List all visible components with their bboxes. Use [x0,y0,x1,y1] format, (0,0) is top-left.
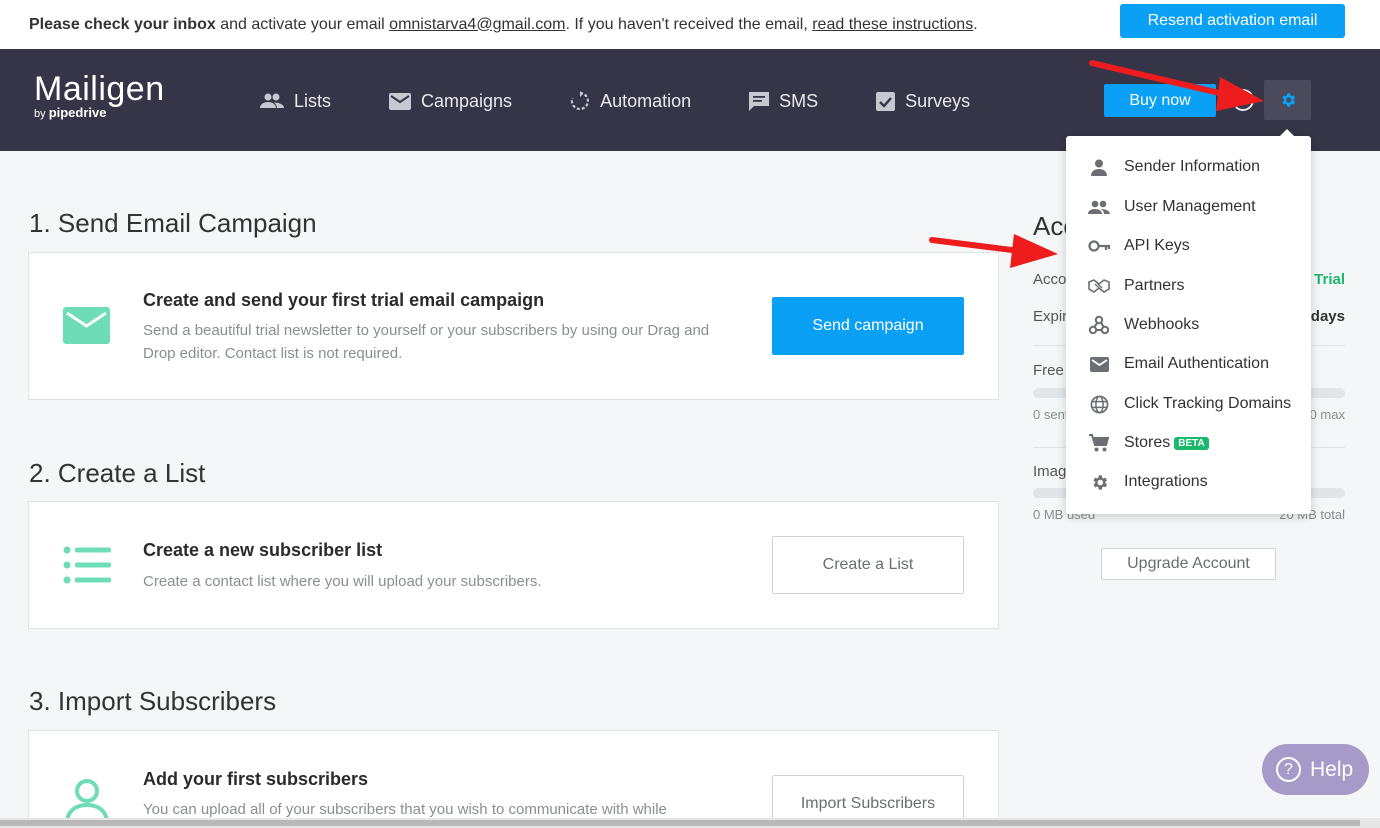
banner-text: . [973,15,978,33]
section-heading-send-campaign: 1. Send Email Campaign [29,208,317,238]
menu-item-stores[interactable]: Stores BETA [1066,425,1311,461]
checkbox-icon [876,91,896,111]
list-icon [63,546,111,584]
nav-label: Surveys [905,90,971,111]
logo-brand: pipedrive [48,105,107,120]
banner-email-link[interactable]: omnistarva4@gmail.com [389,16,565,34]
envelope-icon [389,92,412,110]
card-description: Create a contact list where you will upl… [143,573,542,590]
card-title: Create a new subscriber list [143,540,383,560]
nav-surveys[interactable]: Surveys [876,87,970,115]
handshake-icon [1088,279,1110,293]
question-icon: ? [1276,757,1301,782]
nav-label: Lists [294,90,332,111]
account-trial-value: Trial [1314,271,1345,288]
card-title: Create and send your first trial email c… [143,290,545,310]
settings-dropdown-menu: Sender Information User Management API K… [1066,129,1311,514]
banner-instructions-link[interactable]: read these instructions [812,16,973,34]
send-campaign-button[interactable]: Send campaign [772,297,964,355]
menu-item-partners[interactable]: Partners [1066,268,1311,304]
help-button[interactable]: ? Help [1262,744,1369,795]
activation-banner: Please check your inbox and activate you… [0,0,1380,49]
menu-item-webhooks[interactable]: Webhooks [1066,307,1311,343]
help-label: Help [1310,757,1354,781]
menu-item-user-management[interactable]: User Management [1066,189,1311,225]
settings-gear-button[interactable] [1264,80,1311,120]
create-list-card: Create a new subscriber list Create a co… [28,501,999,629]
person-icon [1091,159,1107,176]
menu-item-email-authentication[interactable]: Email Authentication [1066,346,1311,382]
nav-sms[interactable]: SMS [749,87,818,115]
menu-item-integrations[interactable]: Integrations [1066,464,1311,500]
globe-icon [1090,395,1108,413]
nav-label: Campaigns [421,90,513,111]
main-nav: Lists Campaigns Automation SMS Surveys [260,87,1028,115]
nav-label: Automation [600,90,692,111]
webhook-icon [1089,315,1109,335]
gear-icon [1092,474,1107,490]
banner-text: and activate your email [215,15,390,33]
gear-icon [1281,93,1295,107]
menu-item-sender-information[interactable]: Sender Information [1066,149,1311,185]
nav-automation[interactable]: Automation [570,87,691,115]
nav-label: SMS [779,90,819,111]
cart-icon [1089,434,1109,452]
key-icon [1088,240,1110,252]
menu-item-api-keys[interactable]: API Keys [1066,228,1311,264]
send-campaign-card: Create and send your first trial email c… [28,252,999,400]
banner-strong-text: Please check your inbox [29,15,216,33]
card-description: Send a beautiful trial newsletter to you… [143,322,710,362]
menu-item-click-tracking-domains[interactable]: Click Tracking Domains [1066,386,1311,422]
horizontal-scrollbar[interactable] [0,818,1380,828]
nav-lists[interactable]: Lists [260,87,331,115]
nav-campaigns[interactable]: Campaigns [389,87,512,115]
create-list-button[interactable]: Create a List [772,536,964,594]
mailigen-logo[interactable]: Mailigen by pipedrive [34,71,165,120]
red-arrow-annotation-icon [1089,60,1264,111]
automation-icon [570,91,590,111]
envelope-icon [1089,356,1109,372]
section-heading-create-list: 2. Create a List [29,458,206,488]
upgrade-account-button[interactable]: Upgrade Account [1101,548,1276,580]
import-subscribers-card: Add your first subscribers You can uploa… [28,730,999,828]
people-icon [260,93,284,108]
banner-text: . If you haven't received the email, [565,15,813,33]
scrollbar-thumb[interactable] [0,820,1360,826]
section-heading-import-subscribers: 3. Import Subscribers [29,686,277,716]
account-expiry-value: days [1310,308,1345,325]
resend-activation-button[interactable]: Resend activation email [1120,4,1345,38]
sms-icon [749,91,770,111]
logo-word: Mailigen [34,70,165,108]
beta-badge: BETA [1174,436,1209,450]
card-title: Add your first subscribers [143,769,369,789]
envelope-icon [63,307,110,344]
person-outline-icon [65,779,109,823]
red-arrow-annotation-icon [929,234,1058,268]
users-icon [1088,200,1110,214]
